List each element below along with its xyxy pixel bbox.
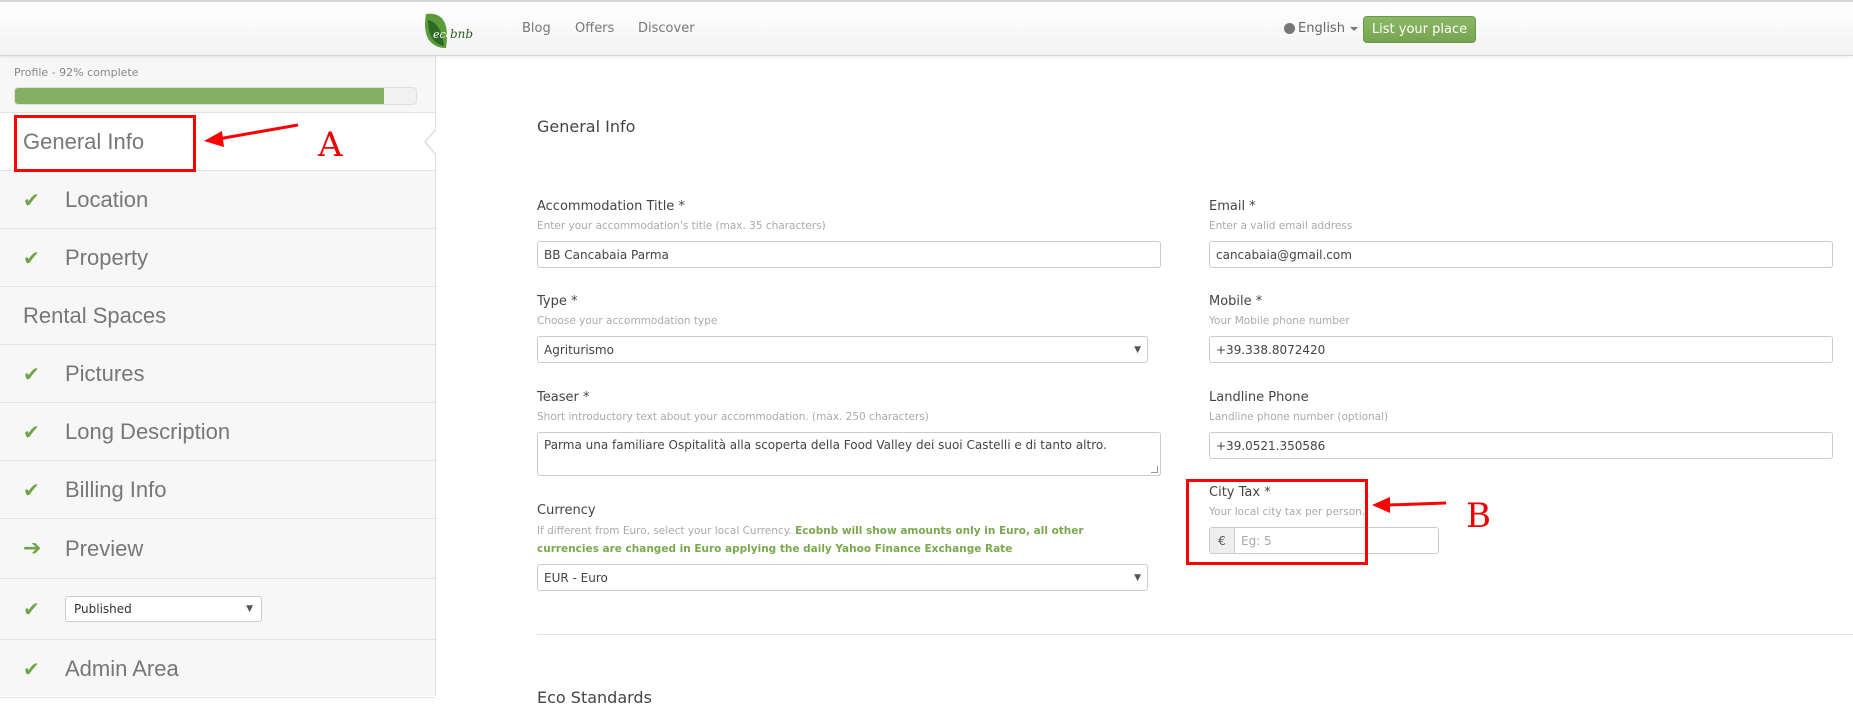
section-divider <box>537 634 1853 635</box>
sidebar-item-billing-info[interactable]: ✔ Billing Info <box>0 461 435 519</box>
annotation-box-a <box>14 115 196 172</box>
progress-bar <box>14 87 417 105</box>
sidebar-item-long-description[interactable]: ✔ Long Description <box>0 403 435 461</box>
sidebar-item-rental-spaces[interactable]: Rental Spaces <box>0 287 435 345</box>
main-content: General Info Accommodation Title * Enter… <box>437 56 1853 707</box>
textarea-value: Parma una familiare Ospitalità alla scop… <box>544 438 1107 452</box>
field-label: Email * <box>1209 199 1256 214</box>
landline-input[interactable]: +39.0521.350586 <box>1209 432 1833 459</box>
field-help: Enter your accommodation's title (max. 3… <box>537 220 826 232</box>
sidebar-item-preview[interactable]: ➔ Preview <box>0 519 435 579</box>
sidebar-item-admin-area[interactable]: ✔ Admin Area <box>0 640 435 698</box>
sidebar-item-label: Property <box>65 244 149 270</box>
select-value: EUR - Euro <box>544 570 608 585</box>
field-label: Accommodation Title * <box>537 199 685 214</box>
mobile-field: Mobile * Your Mobile phone number +39.33… <box>1209 294 1833 363</box>
input-value: +39.338.8072420 <box>1216 342 1326 357</box>
progress-label: Profile - 92% complete <box>14 66 139 79</box>
input-value: +39.0521.350586 <box>1216 438 1326 453</box>
caret-down-icon <box>1349 26 1358 31</box>
arrow-right-icon: ➔ <box>23 536 42 561</box>
sidebar-item-label: Rental Spaces <box>23 302 167 328</box>
sidebar-item-label: Pictures <box>65 360 145 386</box>
dropdown-arrow-icon: ▼ <box>1134 344 1141 355</box>
status-select-value: Published <box>74 602 132 616</box>
sidebar-item-label: Billing Info <box>65 476 167 502</box>
profile-progress: Profile - 92% complete <box>0 56 435 113</box>
input-value: BB Cancabaia Parma <box>544 247 669 262</box>
check-icon: ✔ <box>23 419 40 444</box>
sidebar-item-property[interactable]: ✔ Property <box>0 229 435 287</box>
select-value: Agriturismo <box>544 342 614 357</box>
field-label: Mobile * <box>1209 294 1263 309</box>
dropdown-arrow-icon: ▼ <box>1134 572 1141 583</box>
sidebar-item-label: Location <box>65 186 149 212</box>
language-selector[interactable]: English <box>1284 21 1358 36</box>
list-your-place-button[interactable]: List your place <box>1363 16 1476 43</box>
field-help: Enter a valid email address <box>1209 220 1353 232</box>
section-title: General Info <box>537 117 636 136</box>
resize-handle[interactable] <box>1151 466 1158 473</box>
field-help: Short introductory text about your accom… <box>537 411 929 423</box>
eco-standards-title: Eco Standards <box>537 688 652 707</box>
check-icon: ✔ <box>23 361 40 386</box>
currency-help-text: If different from Euro, select your loca… <box>537 525 792 537</box>
field-label: Type * <box>537 294 578 309</box>
svg-text:bnb: bnb <box>450 27 473 41</box>
check-icon: ✔ <box>23 245 40 270</box>
check-icon: ✔ <box>23 477 40 502</box>
field-help: Your Mobile phone number <box>1209 315 1350 327</box>
top-navbar: eco bnb Blog Offers Discover English Lis… <box>0 0 1853 56</box>
field-label: Landline Phone <box>1209 390 1309 405</box>
nav-discover[interactable]: Discover <box>638 21 695 36</box>
teaser-field: Teaser * Short introductory text about y… <box>537 390 1161 476</box>
check-icon: ✔ <box>23 187 40 212</box>
annotation-arrow-b <box>1372 497 1447 513</box>
ecobnb-logo[interactable]: eco bnb <box>420 8 476 50</box>
currency-select[interactable]: EUR - Euro ▼ <box>537 564 1148 591</box>
email-field: Email * Enter a valid email address canc… <box>1209 199 1833 268</box>
mobile-input[interactable]: +39.338.8072420 <box>1209 336 1833 363</box>
type-select[interactable]: Agriturismo ▼ <box>537 336 1148 363</box>
annotation-box-b <box>1186 479 1368 565</box>
sidebar-item-location[interactable]: ✔ Location <box>0 171 435 229</box>
globe-icon <box>1284 23 1295 34</box>
active-indicator <box>424 128 437 156</box>
field-help: Choose your accommodation type <box>537 315 718 327</box>
annotation-arrow-a <box>204 123 299 147</box>
check-icon: ✔ <box>23 656 40 681</box>
sidebar-item-label: Preview <box>65 535 144 561</box>
field-label: Teaser * <box>537 390 590 405</box>
sidebar-item-label: Admin Area <box>65 655 179 681</box>
email-input[interactable]: cancabaia@gmail.com <box>1209 241 1833 268</box>
field-help: If different from Euro, select your loca… <box>537 522 1148 558</box>
type-field: Type * Choose your accommodation type Ag… <box>537 294 1148 363</box>
sidebar-item-pictures[interactable]: ✔ Pictures <box>0 345 435 403</box>
publish-status-select[interactable]: Published ▼ <box>65 596 262 622</box>
accommodation-title-input[interactable]: BB Cancabaia Parma <box>537 241 1161 268</box>
progress-fill <box>15 88 384 104</box>
sidebar-item-label: Long Description <box>65 418 231 444</box>
annotation-label-a: A <box>318 125 343 165</box>
field-help: Landline phone number (optional) <box>1209 411 1389 423</box>
field-label: Currency <box>537 503 596 518</box>
nav-blog[interactable]: Blog <box>522 21 551 36</box>
sidebar-item-status: ✔ Published ▼ <box>0 579 435 640</box>
accommodation-title-field: Accommodation Title * Enter your accommo… <box>537 199 1161 268</box>
landline-field: Landline Phone Landline phone number (op… <box>1209 390 1833 459</box>
currency-field: Currency If different from Euro, select … <box>537 503 1148 591</box>
dropdown-arrow-icon: ▼ <box>246 604 253 614</box>
input-value: cancabaia@gmail.com <box>1216 247 1352 262</box>
teaser-textarea[interactable]: Parma una familiare Ospitalità alla scop… <box>537 432 1161 476</box>
language-label: English <box>1298 21 1345 36</box>
check-icon: ✔ <box>23 597 40 621</box>
nav-offers[interactable]: Offers <box>575 21 614 36</box>
annotation-label-b: B <box>1466 496 1491 536</box>
